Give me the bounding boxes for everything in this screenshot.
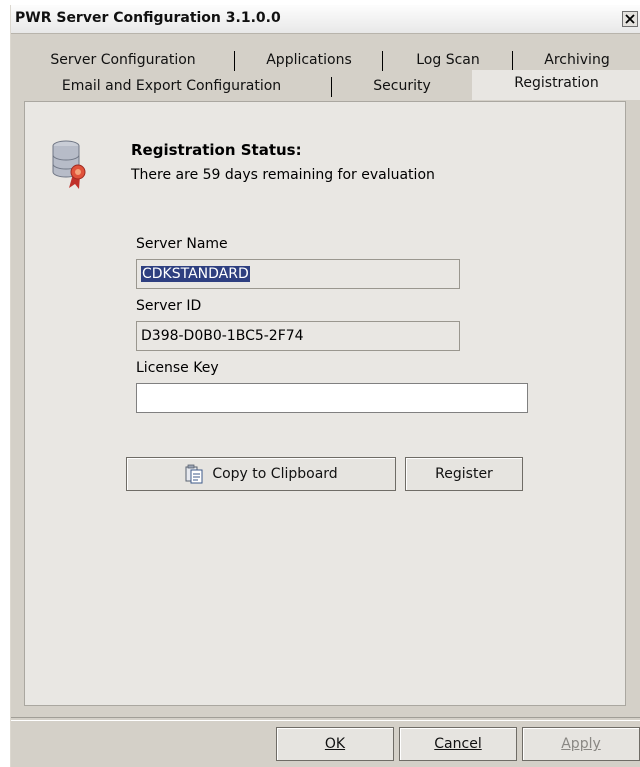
ok-button[interactable]: OK <box>276 727 394 761</box>
tab-archiving[interactable]: Archiving <box>513 48 640 72</box>
close-button[interactable] <box>622 11 638 27</box>
server-id-field[interactable]: D398-D0B0-1BC5-2F74 <box>136 321 460 351</box>
tab-server-configuration[interactable]: Server Configuration <box>11 48 235 72</box>
tab-log-scan[interactable]: Log Scan <box>383 48 513 72</box>
server-name-label: Server Name <box>136 236 228 252</box>
window-title: PWR Server Configuration 3.1.0.0 <box>15 10 281 26</box>
database-certificate-icon <box>52 140 86 189</box>
register-button[interactable]: Register <box>405 457 523 491</box>
tab-registration[interactable]: Registration <box>472 70 640 100</box>
title-bar: PWR Server Configuration 3.1.0.0 <box>11 5 640 34</box>
dialog-window: PWR Server Configuration 3.1.0.0 Server … <box>10 5 640 767</box>
server-id-label: Server ID <box>136 298 202 314</box>
server-id-value: D398-D0B0-1BC5-2F74 <box>141 328 304 344</box>
server-name-field[interactable]: CDKSTANDARD <box>136 259 460 289</box>
tab-email-export-configuration[interactable]: Email and Export Configuration <box>11 74 332 98</box>
tab-applications[interactable]: Applications <box>235 48 383 72</box>
license-key-input[interactable] <box>136 383 528 413</box>
cancel-button[interactable]: Cancel <box>399 727 517 761</box>
close-icon <box>625 14 635 24</box>
registration-status-title: Registration Status: <box>131 141 302 159</box>
apply-button[interactable]: Apply <box>522 727 640 761</box>
footer-divider <box>11 717 640 721</box>
tab-row-2: Email and Export Configuration Security … <box>11 70 640 100</box>
tab-security[interactable]: Security <box>332 74 472 98</box>
copy-to-clipboard-button[interactable]: Copy to Clipboard <box>126 457 396 491</box>
license-key-label: License Key <box>136 360 219 376</box>
server-name-value: CDKSTANDARD <box>141 266 250 282</box>
registration-status-text: There are 59 days remaining for evaluati… <box>131 167 435 183</box>
tab-row-1: Server Configuration Applications Log Sc… <box>11 48 640 72</box>
clipboard-icon <box>185 464 203 484</box>
